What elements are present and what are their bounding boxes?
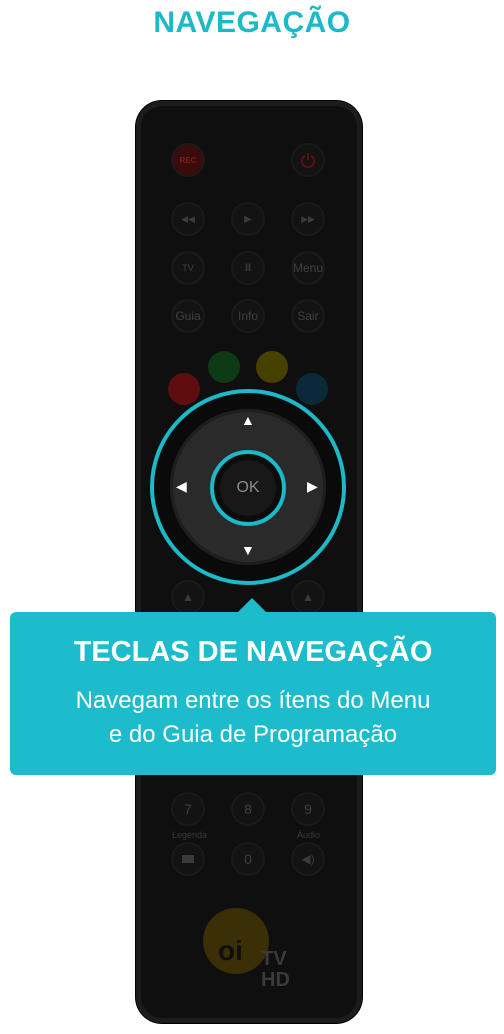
- nav-up-button[interactable]: ▲: [241, 413, 255, 427]
- page-title: NAVEGAÇÃO: [153, 6, 351, 39]
- callout-title: TECLAS DE NAVEGAÇÃO: [73, 636, 433, 668]
- key-9[interactable]: 9: [291, 792, 325, 826]
- rec-button[interactable]: REC: [171, 143, 205, 177]
- logo-tv-text: TV: [261, 948, 287, 970]
- audio-label: Áudio: [297, 830, 321, 840]
- subtitle-icon: [182, 855, 194, 863]
- ok-label: OK: [220, 460, 276, 516]
- play-button[interactable]: ▶: [231, 202, 265, 236]
- sair-button[interactable]: Sair: [291, 299, 325, 333]
- callout-description: Navegam entre os ítens do Menu e do Guia…: [75, 687, 431, 748]
- speaker-icon: ◀): [301, 852, 315, 866]
- sair-label: Sair: [297, 309, 319, 323]
- menu-label: Menu: [292, 261, 324, 275]
- menu-button[interactable]: Menu: [291, 251, 325, 285]
- tv-button[interactable]: TV: [171, 251, 205, 285]
- info-button[interactable]: Info: [231, 299, 265, 333]
- ch-up-button[interactable]: ▲: [291, 580, 325, 614]
- key-7[interactable]: 7: [171, 792, 205, 826]
- guia-button[interactable]: Guia: [171, 299, 205, 333]
- vol-up-button[interactable]: ▲: [171, 580, 205, 614]
- green-button[interactable]: [208, 351, 240, 383]
- blue-button[interactable]: [296, 373, 328, 405]
- callout-pointer: [238, 598, 266, 612]
- fast-forward-button[interactable]: ▶▶: [291, 202, 325, 236]
- nav-down-button[interactable]: ▼: [241, 543, 255, 557]
- ok-button[interactable]: OK: [210, 450, 286, 526]
- tv-label: TV: [182, 263, 194, 273]
- nav-left-button[interactable]: ◀: [176, 479, 187, 493]
- info-label: Info: [237, 309, 258, 323]
- oi-logo-text: oi: [218, 935, 243, 966]
- legenda-label: Legenda: [172, 830, 208, 840]
- rewind-button[interactable]: ◀◀: [171, 202, 205, 236]
- rewind-icon: ◀◀: [181, 213, 195, 224]
- pause-button[interactable]: II: [231, 251, 265, 285]
- key-9-label: 9: [304, 801, 312, 817]
- audio-button[interactable]: ◀): [291, 842, 325, 876]
- key-0[interactable]: 0: [231, 842, 265, 876]
- yellow-button[interactable]: [256, 351, 288, 383]
- rec-label: REC: [179, 155, 197, 165]
- power-button[interactable]: [291, 143, 325, 177]
- power-icon: [301, 153, 315, 168]
- guia-label: Guia: [175, 309, 201, 323]
- logo-hd-text: HD: [261, 969, 290, 991]
- subtitle-button[interactable]: [171, 842, 205, 876]
- key-8[interactable]: 8: [231, 792, 265, 826]
- fast-forward-icon: ▶▶: [301, 213, 315, 224]
- red-button[interactable]: [168, 373, 200, 405]
- play-icon: ▶: [244, 213, 252, 225]
- key-0-label: 0: [244, 851, 252, 867]
- nav-right-button[interactable]: ▶: [307, 479, 318, 493]
- navigation-callout: TECLAS DE NAVEGAÇÃO Navegam entre os íte…: [10, 612, 496, 775]
- pause-icon: II: [244, 262, 252, 274]
- key-8-label: 8: [244, 801, 252, 817]
- key-7-label: 7: [184, 801, 192, 817]
